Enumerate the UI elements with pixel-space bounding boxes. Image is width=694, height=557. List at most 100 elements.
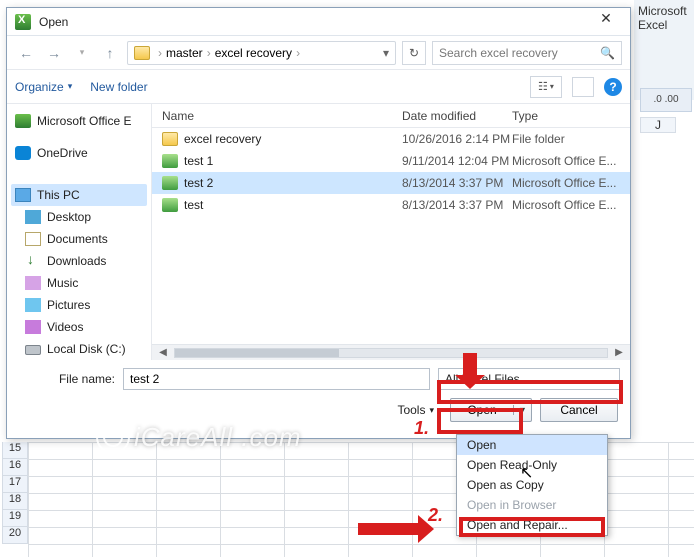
close-button[interactable]: ✕ — [586, 10, 626, 34]
refresh-button[interactable]: ↻ — [402, 41, 426, 65]
ico-video-icon — [25, 320, 41, 334]
open-split-button[interactable]: Open ▼ — [450, 398, 532, 422]
file-pane: Name Date modified Type excel recovery10… — [152, 104, 630, 360]
file-name: test 2 — [184, 176, 402, 190]
file-row[interactable]: test8/13/2014 3:37 PMMicrosoft Office E.… — [152, 194, 630, 216]
nav-up-button[interactable]: ↑ — [99, 42, 121, 64]
nav-back-button[interactable]: ← — [15, 42, 37, 64]
tree-item-label: Microsoft Office E — [37, 114, 131, 128]
breadcrumb-seg-master[interactable]: master — [166, 46, 203, 60]
column-headers[interactable]: Name Date modified Type — [152, 104, 630, 128]
menu-item[interactable]: Open as Copy — [457, 475, 607, 495]
file-date: 8/13/2014 3:37 PM — [402, 198, 512, 212]
ribbon-number-format: .0 .00 — [640, 88, 692, 112]
file-name: excel recovery — [184, 132, 402, 146]
chevron-down-icon: ⌄ — [603, 372, 613, 386]
col-name-header[interactable]: Name — [162, 109, 402, 123]
chevron-down-icon: ▾ — [429, 405, 434, 416]
tools-menu[interactable]: Tools ▾ — [397, 403, 434, 417]
breadcrumb-sep: › — [296, 46, 300, 60]
tree-item[interactable]: Desktop — [11, 206, 147, 228]
tree-item[interactable]: OneDrive — [11, 142, 147, 164]
xls-icon — [162, 198, 178, 212]
tree-item[interactable]: Music — [11, 272, 147, 294]
file-name-label: File name: — [17, 372, 115, 386]
titlebar: Open ✕ — [7, 8, 630, 36]
row-header[interactable]: 16 — [2, 459, 28, 476]
tree-item[interactable]: Local Disk (C:) — [11, 338, 147, 360]
preview-pane-button[interactable] — [572, 77, 594, 97]
open-dialog: Open ✕ ← → ▾ ↑ › master › excel recovery… — [6, 7, 631, 439]
h-scrollbar[interactable]: ◀ ▶ — [152, 344, 630, 360]
excel-title-fragment: Microsoft Excel — [634, 0, 694, 100]
scroll-left-icon[interactable]: ◀ — [156, 347, 170, 358]
tree-item-label: This PC — [37, 188, 80, 202]
xls-icon — [162, 154, 178, 168]
open-dropdown-button[interactable]: ▼ — [513, 405, 531, 415]
new-folder-button[interactable]: New folder — [90, 80, 147, 94]
navigation-tree: Microsoft Office E OneDrive This PC Desktop… — [7, 104, 152, 360]
cancel-button[interactable]: Cancel — [540, 398, 618, 422]
file-date: 9/11/2014 12:04 PM — [402, 154, 512, 168]
scroll-thumb[interactable] — [175, 349, 339, 357]
tree-item-label: Desktop — [47, 210, 91, 224]
file-name-input[interactable] — [123, 368, 430, 390]
dialog-title: Open — [39, 15, 586, 29]
view-options-button[interactable]: ☷ ▾ — [530, 76, 562, 98]
column-header-j[interactable]: J — [640, 117, 676, 133]
ico-desktop-icon — [25, 210, 41, 224]
file-type-filter[interactable]: All Excel Files ⌄ — [438, 368, 620, 390]
row-header[interactable]: 20 — [2, 527, 28, 544]
help-button[interactable]: ? — [604, 78, 622, 96]
tree-item-label: OneDrive — [37, 146, 88, 160]
col-type-header[interactable]: Type — [512, 109, 620, 123]
ico-music-icon — [25, 276, 41, 290]
row-header[interactable]: 15 — [2, 442, 28, 459]
row-headers: 151617181920 — [2, 442, 28, 544]
tree-item[interactable]: Microsoft Office E — [11, 110, 147, 132]
col-date-header[interactable]: Date modified — [402, 109, 512, 123]
organize-menu[interactable]: Organize ▾ — [15, 80, 72, 94]
annotation-number-2: 2. — [428, 505, 443, 526]
scroll-track[interactable] — [174, 348, 608, 358]
nav-forward-button[interactable]: → — [43, 42, 65, 64]
nav-recent-dropdown[interactable]: ▾ — [71, 42, 93, 64]
breadcrumb-dropdown[interactable]: ▾ — [383, 46, 389, 60]
dialog-footer: File name: All Excel Files ⌄ Tools ▾ Ope… — [7, 360, 630, 430]
ico-pc-icon — [15, 188, 31, 202]
file-type: Microsoft Office E... — [512, 198, 620, 212]
file-row[interactable]: test 19/11/2014 12:04 PMMicrosoft Office… — [152, 150, 630, 172]
tree-item[interactable]: Downloads — [11, 250, 147, 272]
ico-excel-icon — [15, 114, 31, 128]
annotation-number-1: 1. — [414, 418, 429, 439]
scroll-right-icon[interactable]: ▶ — [612, 347, 626, 358]
tree-item[interactable]: Documents — [11, 228, 147, 250]
menu-item[interactable]: Open Read-Only — [457, 455, 607, 475]
breadcrumb[interactable]: › master › excel recovery › ▾ — [127, 41, 396, 65]
menu-item[interactable]: Open and Repair... — [457, 515, 607, 535]
chevron-down-icon: ▾ — [68, 81, 73, 92]
search-input[interactable]: Search excel recovery 🔍 — [432, 41, 622, 65]
open-button-label[interactable]: Open — [451, 403, 513, 417]
ico-disk-icon — [25, 345, 41, 355]
menu-item[interactable]: Open — [457, 435, 607, 455]
folder-icon — [162, 132, 178, 146]
tree-item[interactable]: Videos — [11, 316, 147, 338]
file-type: Microsoft Office E... — [512, 176, 620, 190]
file-row[interactable]: test 28/13/2014 3:37 PMMicrosoft Office … — [152, 172, 630, 194]
row-header[interactable]: 17 — [2, 476, 28, 493]
file-list: excel recovery10/26/2016 2:14 PMFile fol… — [152, 128, 630, 344]
ico-dl-icon — [25, 254, 41, 268]
open-dropdown-menu: OpenOpen Read-OnlyOpen as CopyOpen in Br… — [456, 434, 608, 536]
tree-item[interactable]: Pictures — [11, 294, 147, 316]
breadcrumb-sep: › — [207, 46, 211, 60]
tree-item[interactable]: This PC — [11, 184, 147, 206]
tree-item-label: Music — [47, 276, 78, 290]
tree-item-label: Documents — [47, 232, 108, 246]
ico-pic-icon — [25, 298, 41, 312]
file-row[interactable]: excel recovery10/26/2016 2:14 PMFile fol… — [152, 128, 630, 150]
tree-item-label: Videos — [47, 320, 83, 334]
row-header[interactable]: 19 — [2, 510, 28, 527]
row-header[interactable]: 18 — [2, 493, 28, 510]
breadcrumb-seg-recovery[interactable]: excel recovery — [215, 46, 292, 60]
